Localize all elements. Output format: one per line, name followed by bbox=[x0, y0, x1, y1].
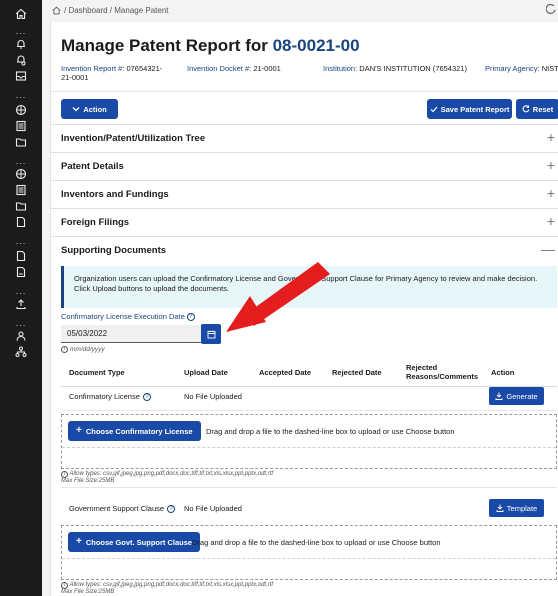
annotation-arrow-icon bbox=[226, 262, 330, 332]
